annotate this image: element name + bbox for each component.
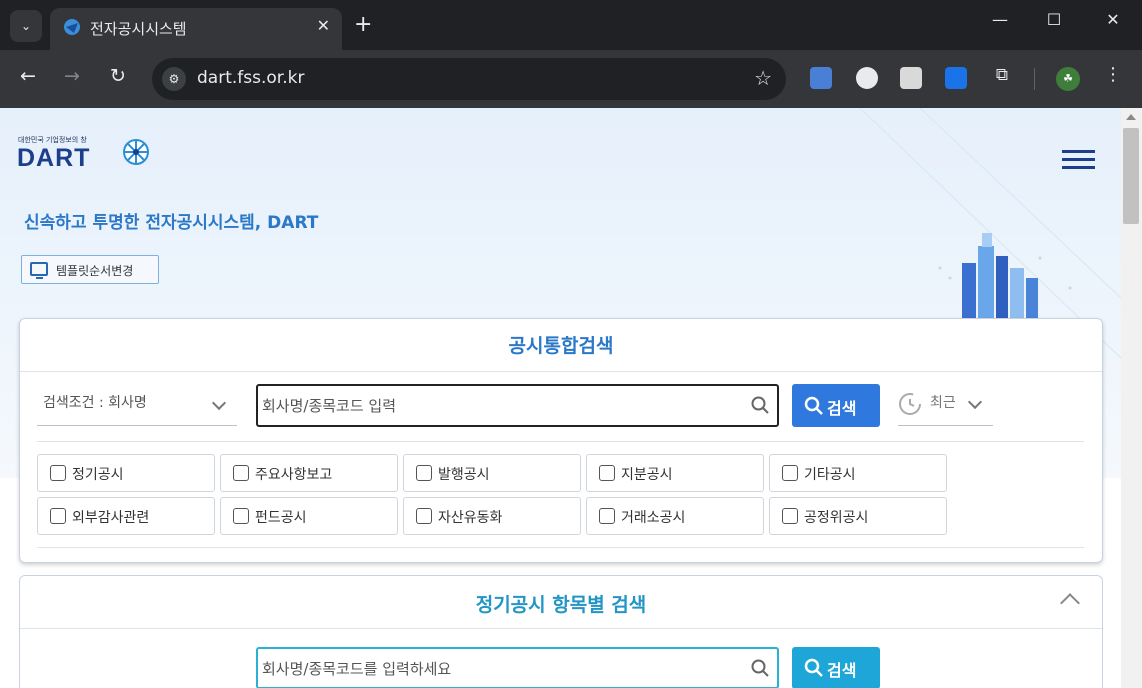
filter-label: 거래소공시 xyxy=(621,510,686,526)
recent-searches-dropdown[interactable]: 최근 xyxy=(898,384,993,426)
checkbox[interactable] xyxy=(233,508,249,524)
dart-favicon-icon xyxy=(64,19,80,35)
checkbox[interactable] xyxy=(416,508,432,524)
filter-fund[interactable]: 펀드공시 xyxy=(220,497,398,535)
history-clock-icon xyxy=(899,393,921,415)
filter-external-audit[interactable]: 외부감사관련 xyxy=(37,497,215,535)
chrome-menu-icon[interactable]: ⋮ xyxy=(1103,64,1123,85)
filter-label: 공정위공시 xyxy=(804,510,869,526)
template-order-label: 템플릿순서변경 xyxy=(56,264,134,278)
checkbox[interactable] xyxy=(782,508,798,524)
checkbox[interactable] xyxy=(782,465,798,481)
maximize-icon[interactable]: ☐ xyxy=(1039,10,1069,29)
tab-search-button[interactable]: ⌄ xyxy=(10,10,42,42)
filter-issuance[interactable]: 발행공시 xyxy=(403,454,581,492)
panel-divider xyxy=(37,547,1084,548)
filter-label: 주요사항보고 xyxy=(255,467,333,483)
filter-label: 외부감사관련 xyxy=(72,510,150,526)
search-icon xyxy=(804,658,823,677)
back-icon[interactable]: ← xyxy=(14,65,42,87)
search-icon[interactable] xyxy=(751,396,769,414)
periodic-search-title: 정기공시 항목별 검색 xyxy=(475,594,647,616)
company-search-box[interactable] xyxy=(256,384,779,427)
dart-logo-mark-icon xyxy=(123,139,149,165)
browser-tab[interactable]: 전자공시시스템 ✕ xyxy=(50,8,342,50)
filter-major-report[interactable]: 주요사항보고 xyxy=(220,454,398,492)
minimize-icon[interactable]: — xyxy=(985,10,1015,29)
filter-securitization[interactable]: 자산유동화 xyxy=(403,497,581,535)
periodic-search-panel: 정기공시 항목별 검색 검색 xyxy=(19,575,1103,688)
filter-equity[interactable]: 지분공시 xyxy=(586,454,764,492)
scroll-up-arrow-icon[interactable] xyxy=(1126,114,1136,120)
extension-icon[interactable] xyxy=(856,67,878,89)
tab-title: 전자공시시스템 xyxy=(90,20,187,38)
browser-toolbar: ← → ↻ ⚙ dart.fss.or.kr ☆ ⧉ ☘ ⋮ xyxy=(0,50,1142,108)
integrated-search-panel: 공시통합검색 검색조건 : 회사명 검색 최근 xyxy=(19,318,1103,563)
monitor-icon xyxy=(30,262,48,279)
reload-icon[interactable]: ↻ xyxy=(104,65,132,87)
extensions-puzzle-icon[interactable]: ⧉ xyxy=(988,65,1016,85)
periodic-search-input[interactable] xyxy=(262,653,742,684)
periodic-search-button-label: 검색 xyxy=(827,661,857,680)
checkbox[interactable] xyxy=(50,508,66,524)
search-condition-select[interactable]: 검색조건 : 회사명 xyxy=(37,384,237,426)
scrollbar-thumb[interactable] xyxy=(1123,128,1139,224)
filter-exchange[interactable]: 거래소공시 xyxy=(586,497,764,535)
search-condition-label: 검색조건 : 회사명 xyxy=(43,395,147,411)
page-slogan: 신속하고 투명한 전자공시시스템, DART xyxy=(24,213,319,233)
tab-close-icon[interactable]: ✕ xyxy=(317,16,330,35)
extension-icon[interactable] xyxy=(900,67,922,89)
dart-logo[interactable]: DART xyxy=(17,144,90,173)
panel-divider xyxy=(37,441,1084,442)
filter-label: 펀드공시 xyxy=(255,510,307,526)
filter-other[interactable]: 기타공시 xyxy=(769,454,947,492)
city-illustration xyxy=(938,233,1072,318)
bookmark-star-icon[interactable]: ☆ xyxy=(754,66,772,90)
url-text[interactable]: dart.fss.or.kr xyxy=(197,68,304,88)
filter-regular-disclosure[interactable]: 정기공시 xyxy=(37,454,215,492)
panel-divider xyxy=(20,628,1102,629)
hamburger-menu-icon[interactable] xyxy=(1062,150,1096,170)
search-icon xyxy=(804,396,823,415)
site-info-icon[interactable]: ⚙ xyxy=(162,67,186,91)
checkbox[interactable] xyxy=(416,465,432,481)
address-bar[interactable]: ⚙ dart.fss.or.kr ☆ xyxy=(152,58,786,100)
checkbox[interactable] xyxy=(50,465,66,481)
periodic-search-button[interactable]: 검색 xyxy=(792,647,880,688)
search-button-label: 검색 xyxy=(827,399,857,418)
filter-ftc[interactable]: 공정위공시 xyxy=(769,497,947,535)
chevron-down-icon xyxy=(967,394,983,410)
close-window-icon[interactable]: ✕ xyxy=(1098,10,1128,29)
template-order-button[interactable]: 템플릿순서변경 xyxy=(21,255,159,284)
periodic-search-box[interactable] xyxy=(256,647,779,688)
checkbox[interactable] xyxy=(233,465,249,481)
checkbox[interactable] xyxy=(599,508,615,524)
search-icon[interactable] xyxy=(751,659,769,677)
profile-avatar[interactable]: ☘ xyxy=(1056,67,1080,91)
page-viewport: 대한민국 기업정보의 창 DART 신속하고 투명한 전자공시시스템, DART… xyxy=(0,108,1142,688)
panel-divider xyxy=(20,371,1102,372)
chevron-down-icon xyxy=(211,395,227,411)
search-button[interactable]: 검색 xyxy=(792,384,880,427)
extension-icon[interactable] xyxy=(945,67,967,89)
filter-label: 정기공시 xyxy=(72,467,124,483)
filter-label: 자산유동화 xyxy=(438,510,503,526)
recent-label: 최근 xyxy=(930,395,956,411)
translate-extension-icon[interactable] xyxy=(810,67,832,89)
chevron-down-icon: ⌄ xyxy=(20,19,32,33)
toolbar-divider xyxy=(1034,68,1035,90)
browser-tabstrip: ⌄ 전자공시시스템 ✕ + — ☐ ✕ xyxy=(0,0,1142,50)
company-search-input[interactable] xyxy=(262,390,742,421)
filter-label: 기타공시 xyxy=(804,467,856,483)
forward-icon[interactable]: → xyxy=(58,65,86,87)
new-tab-button[interactable]: + xyxy=(354,12,372,37)
page-scrollbar[interactable] xyxy=(1121,108,1142,688)
filter-label: 지분공시 xyxy=(621,467,673,483)
integrated-search-title: 공시통합검색 xyxy=(508,335,614,357)
filter-label: 발행공시 xyxy=(438,467,490,483)
checkbox[interactable] xyxy=(599,465,615,481)
